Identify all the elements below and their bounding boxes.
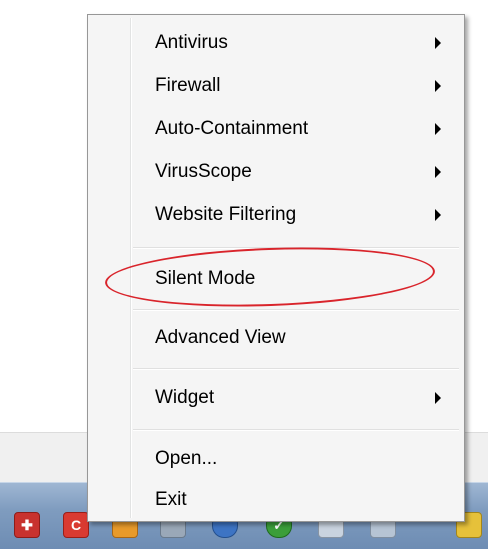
submenu-arrow-icon bbox=[435, 37, 441, 49]
menu-item-label: Auto-Containment bbox=[155, 118, 309, 139]
submenu-arrow-icon bbox=[435, 166, 441, 178]
menu-item-open[interactable]: Open... bbox=[91, 439, 461, 479]
submenu-arrow-icon bbox=[435, 209, 441, 221]
submenu-arrow-icon bbox=[435, 392, 441, 404]
menu-item-firewall[interactable]: Firewall bbox=[91, 66, 461, 106]
menu-item-advanced-view[interactable]: Advanced View bbox=[91, 318, 461, 358]
tray-context-menu: Antivirus Firewall Auto-Containment Viru… bbox=[87, 14, 465, 522]
desktop-screen: ✚ C ✓ Antivirus Firewall Auto-Containmen… bbox=[0, 0, 488, 549]
menu-item-auto-containment[interactable]: Auto-Containment bbox=[91, 109, 461, 149]
menu-separator bbox=[133, 247, 459, 249]
menu-item-label: Antivirus bbox=[155, 32, 228, 53]
menu-item-website-filtering[interactable]: Website Filtering bbox=[91, 195, 461, 235]
menu-item-silent-mode[interactable]: Silent Mode bbox=[91, 259, 461, 299]
menu-item-label: Silent Mode bbox=[155, 268, 256, 289]
submenu-arrow-icon bbox=[435, 123, 441, 135]
submenu-arrow-icon bbox=[435, 80, 441, 92]
menu-item-widget[interactable]: Widget bbox=[91, 378, 461, 418]
menu-item-label: Advanced View bbox=[155, 327, 286, 348]
menu-item-label: Exit bbox=[155, 489, 187, 510]
menu-item-exit[interactable]: Exit bbox=[91, 480, 461, 520]
menu-item-antivirus[interactable]: Antivirus bbox=[91, 23, 461, 63]
menu-item-label: VirusScope bbox=[155, 161, 252, 182]
menu-item-virusscope[interactable]: VirusScope bbox=[91, 152, 461, 192]
security-shield-icon[interactable]: ✚ bbox=[14, 512, 40, 538]
menu-separator bbox=[133, 429, 459, 431]
menu-separator bbox=[133, 309, 459, 311]
menu-item-label: Website Filtering bbox=[155, 204, 297, 225]
comodo-icon[interactable]: C bbox=[63, 512, 89, 538]
menu-item-label: Widget bbox=[155, 387, 215, 408]
menu-item-label: Firewall bbox=[155, 75, 221, 96]
menu-item-label: Open... bbox=[155, 448, 218, 469]
menu-separator bbox=[133, 368, 459, 370]
